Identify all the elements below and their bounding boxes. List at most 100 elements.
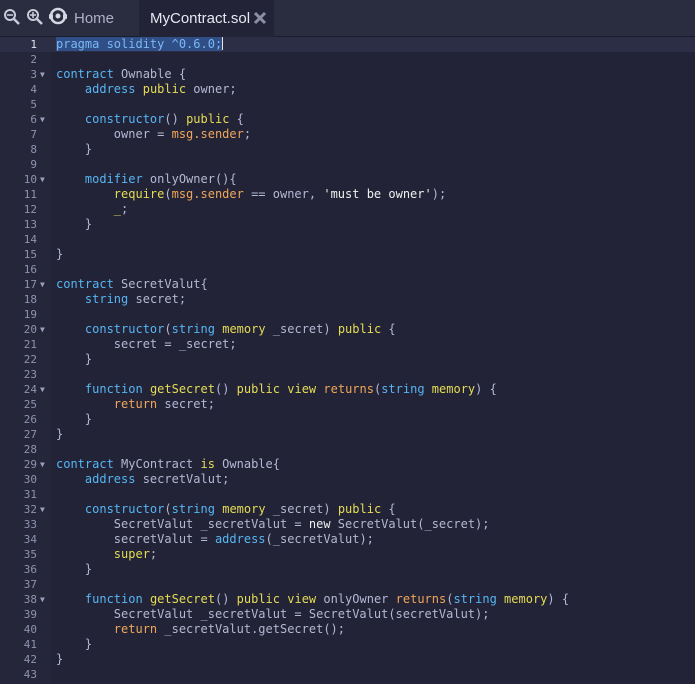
code-line[interactable]: 34 secretValut = address(_secretValut);: [0, 532, 695, 547]
code-line[interactable]: 24 ▼ function getSecret() public view ret…: [0, 382, 695, 397]
code-line[interactable]: 32 ▼ constructor(string memory _secret) p…: [0, 502, 695, 517]
code-text: require(msg.sender == owner, 'must be ow…: [56, 187, 446, 202]
code-line[interactable]: 9: [0, 157, 695, 172]
code-line[interactable]: 31: [0, 487, 695, 502]
fold-toggle-icon[interactable]: ▼: [40, 112, 45, 127]
code-line[interactable]: 35 super;: [0, 547, 695, 562]
code-token: (: [164, 322, 172, 336]
code-line[interactable]: 1 pragma solidity ^0.6.0;: [0, 37, 695, 52]
code-line[interactable]: 22 }: [0, 352, 695, 367]
fold-toggle-icon[interactable]: ▼: [40, 382, 45, 397]
code-token: function: [84, 382, 143, 396]
zoom-in-icon[interactable]: [26, 8, 44, 26]
code-token: getSecret: [149, 592, 215, 606]
code-line[interactable]: 30 address secretValut;: [0, 472, 695, 487]
code-line[interactable]: 27}: [0, 427, 695, 442]
line-number: 23: [23, 368, 37, 381]
line-number: 40: [23, 623, 37, 636]
code-line[interactable]: 42}: [0, 652, 695, 667]
line-number: 7: [30, 128, 37, 141]
code-token: _secret): [265, 322, 338, 336]
code-line[interactable]: 29 ▼ contract MyContract is Ownable{: [0, 457, 695, 472]
code-line[interactable]: 43: [0, 667, 695, 682]
code-token: contract: [56, 67, 114, 81]
code-line[interactable]: 20 ▼ constructor(string memory _secret) p…: [0, 322, 695, 337]
code-text: SecretValut _secretValut = SecretValut(s…: [56, 607, 490, 622]
code-line[interactable]: 12 _;: [0, 202, 695, 217]
code-line[interactable]: 26 }: [0, 412, 695, 427]
code-line[interactable]: 38 ▼ function getSecret() public view onl…: [0, 592, 695, 607]
tab-mycontract[interactable]: MyContract.sol: [139, 0, 274, 37]
code-editor[interactable]: 1 pragma solidity ^0.6.0; 2 3 ▼ contract Owna…: [0, 37, 695, 684]
code-token: SecretValut{: [113, 277, 208, 291]
code-line[interactable]: 3 ▼ contract Ownable {: [0, 67, 695, 82]
line-number: 18: [23, 293, 37, 306]
code-line[interactable]: 16: [0, 262, 695, 277]
code-token: (: [164, 187, 172, 201]
fold-toggle-icon[interactable]: ▼: [40, 67, 45, 82]
code-text: return secret;: [56, 397, 215, 412]
fold-toggle-icon[interactable]: ▼: [40, 172, 45, 187]
code-token: == owner,: [243, 187, 324, 201]
zoom-out-icon[interactable]: [3, 8, 21, 26]
code-line[interactable]: 18 string secret;: [0, 292, 695, 307]
line-number: 27: [23, 428, 37, 441]
code-token: 'must be owner': [323, 187, 432, 201]
code-token: }: [56, 562, 93, 576]
code-line[interactable]: 23: [0, 367, 695, 382]
code-line[interactable]: 14: [0, 232, 695, 247]
code-line[interactable]: 36 }: [0, 562, 695, 577]
code-line[interactable]: 28: [0, 442, 695, 457]
code-line[interactable]: 39 SecretValut _secretValut = SecretValu…: [0, 607, 695, 622]
code-line[interactable]: 11 require(msg.sender == owner, 'must be…: [0, 187, 695, 202]
close-icon[interactable]: [253, 11, 267, 25]
code-line[interactable]: 21 secret = _secret;: [0, 337, 695, 352]
code-token: }: [56, 247, 64, 261]
line-number: 19: [23, 308, 37, 321]
code-token: public: [236, 592, 281, 606]
code-line[interactable]: 37: [0, 577, 695, 592]
fold-toggle-icon[interactable]: ▼: [40, 502, 45, 517]
line-number: 26: [23, 413, 37, 426]
code-line[interactable]: 8 }: [0, 142, 695, 157]
code-token: msg.sender: [171, 187, 244, 201]
code-token: returns: [395, 592, 447, 606]
code-text: address public owner;: [56, 82, 237, 97]
code-line[interactable]: 6 ▼ constructor() public {: [0, 112, 695, 127]
fold-toggle-icon[interactable]: ▼: [40, 457, 45, 472]
code-token: string: [381, 382, 425, 396]
code-line[interactable]: 25 return secret;: [0, 397, 695, 412]
code-line[interactable]: 2: [0, 52, 695, 67]
fold-toggle-icon[interactable]: ▼: [40, 277, 45, 292]
fold-toggle-icon[interactable]: ▼: [40, 592, 45, 607]
code-line[interactable]: 41 }: [0, 637, 695, 652]
code-line[interactable]: 10 ▼ modifier onlyOwner(){: [0, 172, 695, 187]
code-token: public: [142, 82, 187, 96]
line-number: 17: [23, 278, 37, 291]
tab-home[interactable]: Home: [48, 0, 136, 36]
code-line[interactable]: 15}: [0, 247, 695, 262]
code-token: view: [287, 592, 317, 606]
code-line[interactable]: 33 SecretValut _secretValut = new Secret…: [0, 517, 695, 532]
fold-toggle-icon[interactable]: ▼: [40, 322, 45, 337]
line-number: 35: [23, 548, 37, 561]
line-number: 14: [23, 233, 37, 246]
code-token: secretValut =: [56, 532, 215, 546]
code-line[interactable]: 17 ▼ contract SecretValut{: [0, 277, 695, 292]
code-line[interactable]: 19: [0, 307, 695, 322]
code-line[interactable]: 7 owner = msg.sender;: [0, 127, 695, 142]
code-line[interactable]: 13 }: [0, 217, 695, 232]
line-number: 9: [30, 158, 37, 171]
code-line[interactable]: 5: [0, 97, 695, 112]
code-token: constructor: [84, 112, 165, 126]
code-token: SecretValut _secretValut =: [56, 517, 309, 531]
code-line[interactable]: 4 address public owner;: [0, 82, 695, 97]
code-token: constructor: [84, 322, 165, 336]
code-line[interactable]: 40 return _secretValut.getSecret();: [0, 622, 695, 637]
code-text: constructor(string memory _secret) publi…: [56, 322, 396, 337]
